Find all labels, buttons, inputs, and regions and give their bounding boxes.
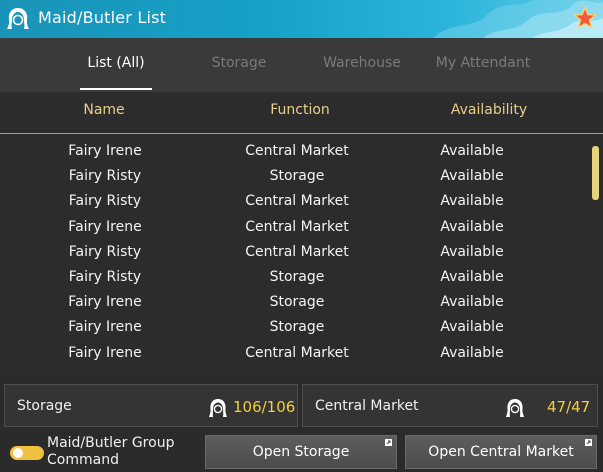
group-command-label: Maid/Butler Group Command xyxy=(47,435,175,468)
table-row[interactable]: Fairy Risty Central Market Available xyxy=(0,241,590,266)
market-count-value: 47/47 xyxy=(547,398,591,416)
row-function: Central Market xyxy=(245,243,349,260)
tab-storage[interactable]: Storage xyxy=(200,38,278,92)
row-function: Central Market xyxy=(245,218,349,235)
row-availability: Available xyxy=(440,193,504,210)
toggle-knob xyxy=(13,448,23,458)
group-command-toggle[interactable] xyxy=(10,446,44,460)
maid-icon xyxy=(506,399,524,417)
market-count-panel: Central Market 47/47 xyxy=(302,384,598,427)
row-function: Storage xyxy=(269,268,325,285)
open-storage-button[interactable]: Open Storage xyxy=(205,435,397,469)
row-availability: Available xyxy=(440,168,504,185)
row-function: Storage xyxy=(269,168,325,185)
row-name: Fairy Irene xyxy=(68,294,142,311)
row-name: Fairy Risty xyxy=(68,243,142,260)
row-availability: Available xyxy=(440,243,504,260)
external-link-icon xyxy=(385,439,392,446)
row-function: Central Market xyxy=(245,193,349,210)
list-scrollbar[interactable] xyxy=(592,146,599,200)
column-function[interactable]: Function xyxy=(252,102,348,118)
column-availability[interactable]: Availability xyxy=(436,102,542,118)
table-row[interactable]: Fairy Irene Central Market Available xyxy=(0,216,590,241)
table-row[interactable]: Fairy Risty Central Market Available xyxy=(0,190,590,215)
table-row[interactable]: Fairy Irene Storage Available xyxy=(0,316,590,341)
row-availability: Available xyxy=(440,344,504,361)
table-row[interactable]: Fairy Irene Central Market Available xyxy=(0,140,590,165)
window-title: Maid/Butler List xyxy=(38,8,167,27)
row-function: Storage xyxy=(269,319,325,336)
row-name: Fairy Risty xyxy=(68,168,142,185)
storage-count-value: 106/106 xyxy=(233,398,296,416)
table-row[interactable]: Fairy Risty Storage Available xyxy=(0,165,590,190)
row-function: Central Market xyxy=(245,143,349,159)
row-name: Fairy Risty xyxy=(68,193,142,210)
market-count-label: Central Market xyxy=(315,398,419,414)
storage-count-panel: Storage 106/106 xyxy=(4,384,298,427)
storage-count-label: Storage xyxy=(17,398,72,414)
tab-warehouse[interactable]: Warehouse xyxy=(316,38,408,92)
title-bar[interactable]: Maid/Butler List xyxy=(0,0,603,38)
table-rows: Fairy Irene Central Market Available Fai… xyxy=(0,140,590,367)
column-headers: Name Function Availability xyxy=(0,92,603,134)
maid-icon xyxy=(209,399,227,417)
row-function: Storage xyxy=(269,294,325,311)
row-name: Fairy Risty xyxy=(68,268,142,285)
tab-list-all[interactable]: List (All) xyxy=(80,38,152,92)
column-name[interactable]: Name xyxy=(64,102,144,118)
row-name: Fairy Irene xyxy=(68,218,142,235)
footer: Storage 106/106 Central Market 47/47 Mai… xyxy=(0,378,603,472)
row-availability: Available xyxy=(440,218,504,235)
table-row[interactable]: Fairy Risty Storage Available xyxy=(0,266,590,291)
row-name: Fairy Irene xyxy=(68,143,142,159)
table-row[interactable]: Fairy Irene Central Market Available xyxy=(0,342,590,367)
tab-bar: List (All) Storage Warehouse My Attendan… xyxy=(0,38,603,92)
maid-icon xyxy=(7,8,29,29)
row-function: Central Market xyxy=(245,344,349,361)
row-name: Fairy Irene xyxy=(68,344,142,361)
open-central-market-label: Open Central Market xyxy=(428,444,574,460)
attendant-list: Name Function Availability Fairy Irene C… xyxy=(0,92,603,378)
open-storage-label: Open Storage xyxy=(252,444,350,460)
open-central-market-button[interactable]: Open Central Market xyxy=(405,435,597,469)
row-availability: Available xyxy=(440,294,504,311)
row-availability: Available xyxy=(440,319,504,336)
external-link-icon xyxy=(585,439,592,446)
favorite-star-icon[interactable] xyxy=(573,6,597,30)
table-row[interactable]: Fairy Irene Storage Available xyxy=(0,291,590,316)
row-availability: Available xyxy=(440,143,504,159)
tab-my-attendant[interactable]: My Attendant xyxy=(432,38,534,92)
row-availability: Available xyxy=(440,268,504,285)
row-name: Fairy Irene xyxy=(68,319,142,336)
